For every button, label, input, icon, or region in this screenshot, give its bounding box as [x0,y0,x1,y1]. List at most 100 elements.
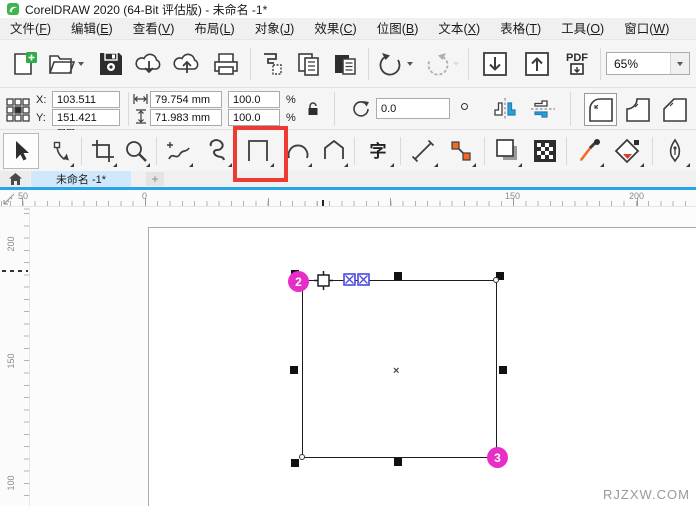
menu-table[interactable]: 表格T [490,18,551,40]
interactive-fill-tool[interactable] [610,133,646,169]
toolbox-separator [400,137,401,165]
vruler-label: 150 [6,353,16,369]
open-button[interactable] [44,47,86,81]
object-width-field[interactable]: 79.754 mm [150,91,222,108]
chamfered-corner-button[interactable] [658,93,691,126]
selection-handle-bottom-middle[interactable] [394,458,402,466]
object-height-icon [135,109,147,124]
zoom-level-value: 65% [614,56,639,71]
coreldraw-logo-icon [7,3,19,15]
home-icon [8,173,22,185]
undo-dropdown-caret[interactable] [406,62,413,66]
menu-bitmaps[interactable]: 位图B [367,18,429,40]
menu-layout[interactable]: 布局L [184,18,244,40]
title-bar: CorelDRAW 2020 (64-Bit 评估版) - 未命名 -1* [0,0,696,18]
pick-tool[interactable] [3,133,39,169]
shape-tool[interactable] [44,133,76,169]
menu-bar: 文件F 编辑E 查看V 布局L 对象J 效果C 位图B 文本X 表格T 工具O … [0,18,696,40]
cloud-open-button[interactable] [132,47,166,81]
x-position-field[interactable]: 103.511 mm [52,91,120,120]
document-tab[interactable]: 未命名 -1* [31,171,131,187]
outline-pen-tool[interactable] [658,133,692,169]
object-height-field[interactable]: 71.983 mm [150,109,222,126]
rotation-angle-field[interactable]: 0.0 [376,98,450,119]
document-tab-bar: 未命名 -1* + [0,171,696,187]
vruler-label: 200 [6,236,16,252]
freehand-tool[interactable] [161,133,195,169]
plus-icon: + [151,172,159,186]
crop-tool[interactable] [87,133,119,169]
mirror-horizontal-button[interactable] [492,97,518,121]
zoom-dropdown-button[interactable] [670,53,689,74]
mirror-vertical-button[interactable] [530,97,556,121]
cloud-save-button[interactable] [170,47,204,81]
connector-tool[interactable] [444,133,478,169]
watermark-text: RJZXW.COM [603,487,690,502]
redo-button[interactable] [420,47,462,81]
open-dropdown-caret[interactable] [77,62,84,66]
scale-h-field[interactable]: 100.0 [228,91,280,108]
save-button[interactable] [94,47,128,81]
scale-h-percent: % [286,94,296,106]
lock-ratio-icon[interactable] [306,101,320,117]
coreldraw-window: CorelDRAW 2020 (64-Bit 评估版) - 未命名 -1* 文件… [0,0,696,506]
menu-object[interactable]: 对象J [245,18,305,40]
paste-button[interactable] [328,47,362,81]
new-tab-button[interactable]: + [146,172,164,186]
menu-file[interactable]: 文件F [0,18,61,40]
horizontal-ruler[interactable]: 50 0 150 200 [0,190,696,207]
selection-handle-top-middle[interactable] [394,272,402,280]
redo-dropdown-caret[interactable] [452,62,459,66]
zoom-level-combo[interactable]: 65% [606,52,690,75]
menu-tools[interactable]: 工具O [551,18,614,40]
object-origin-grid-icon[interactable] [4,96,32,124]
text-tool[interactable]: 字 [360,133,396,169]
toolbar-separator [468,48,469,80]
artistic-media-tool[interactable] [200,133,234,169]
menu-view[interactable]: 查看V [123,18,185,40]
round-corner-button[interactable] [584,93,617,126]
corner-node-top-right[interactable] [493,277,499,283]
menu-window[interactable]: 窗口W [614,18,679,40]
menu-text[interactable]: 文本X [428,18,490,40]
corner-node-bottom-left[interactable] [299,454,305,460]
selection-handle-middle-left[interactable] [290,366,298,374]
propbar-separator [334,92,335,126]
vruler-ticks [24,207,29,506]
drawing-workspace[interactable]: 200 150 100 × 2 3 RJZXW.COM [0,207,696,506]
hruler-label: 200 [629,191,645,201]
publish-pdf-button[interactable]: PDF [558,47,596,81]
welcome-home-button[interactable] [0,171,30,187]
selection-handle-bottom-left[interactable] [291,459,299,467]
toolbar-separator [600,48,601,80]
hruler-label: 150 [505,191,521,201]
step-marker-2: 2 [288,271,309,292]
y-position-field[interactable]: 151.421 mm [52,109,120,138]
scale-v-field[interactable]: 100.0 [228,109,280,126]
undo-button[interactable] [374,47,416,81]
import-button[interactable] [478,47,512,81]
export-button[interactable] [520,47,554,81]
new-document-button[interactable] [6,47,42,81]
hruler-major-tick [390,198,391,206]
polygon-tool[interactable] [318,133,350,169]
selection-handle-middle-right[interactable] [499,366,507,374]
toolbox-separator [354,137,355,165]
menu-edit[interactable]: 编辑E [61,18,123,40]
dimension-tool[interactable] [406,133,440,169]
cut-button[interactable] [256,47,290,81]
drawn-rectangle-object[interactable] [302,280,497,458]
copy-button[interactable] [292,47,326,81]
scalloped-corner-button[interactable] [621,93,654,126]
vertical-ruler[interactable]: 200 150 100 [0,207,30,506]
degree-symbol-icon [461,103,468,110]
object-width-icon [133,93,148,105]
drop-shadow-tool[interactable] [490,133,524,169]
zoom-tool[interactable] [120,133,152,169]
toolbar-separator [368,48,369,80]
toolbox-separator [484,137,485,165]
transparency-tool[interactable] [528,133,562,169]
color-eyedropper-tool[interactable] [572,133,606,169]
print-button[interactable] [208,47,244,81]
menu-effects[interactable]: 效果C [304,18,366,40]
